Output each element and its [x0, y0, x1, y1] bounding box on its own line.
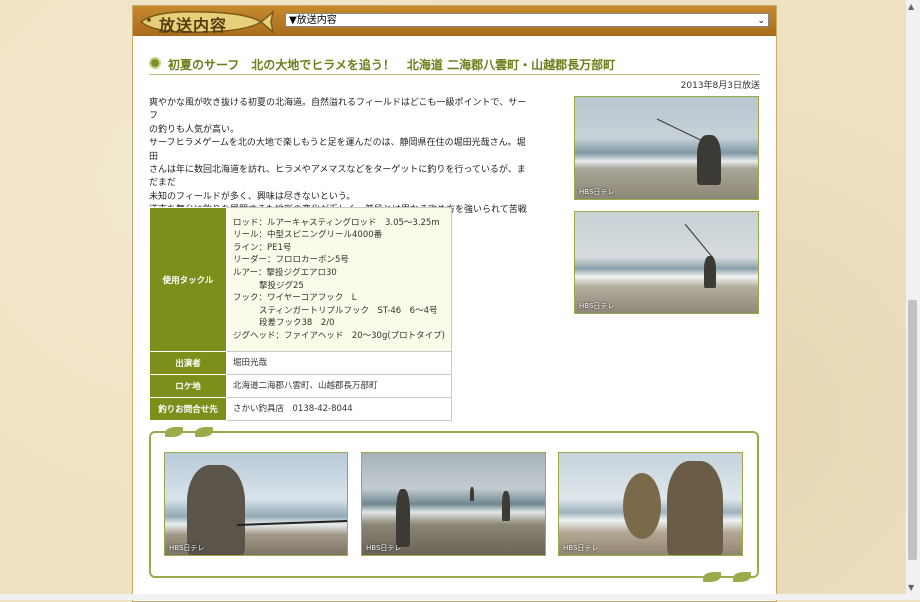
- description-line: サーフヒラメゲームを北の大地で楽しもうと足を運んだのは、静岡県在住の堀田光哉さん…: [149, 138, 526, 162]
- photo-caption: HBS日テレ: [579, 302, 615, 310]
- photo-caption: HBS日テレ: [563, 544, 599, 552]
- rod-line: [656, 118, 712, 146]
- tackle-line: ジグヘッド：ファイアヘッド 20〜30g(プロトタイプ): [233, 330, 445, 341]
- chevron-down-icon: ⌄: [757, 16, 765, 26]
- logo-label: 放送内容: [159, 16, 228, 35]
- photo-angler-portrait: HBS日テレ: [164, 452, 348, 556]
- angler-figure: [396, 489, 410, 547]
- tackle-line: リール：中型スピニングリール4000番: [233, 230, 383, 241]
- photo-caption: HBS日テレ: [579, 188, 615, 196]
- horizontal-scrollbar[interactable]: [0, 594, 906, 600]
- episode-select-value: ▼放送内容: [289, 15, 337, 26]
- leaf-ornament-icon: [703, 572, 721, 582]
- scroll-down-icon[interactable]: ▼: [908, 583, 914, 592]
- flounder-fish: [623, 473, 661, 539]
- episode-title: 初夏のサーフ 北の大地でヒラメを追う！ 北海道 二海郡八雲町・山越郡長万部町: [168, 58, 616, 72]
- photo-anglers-beach: HBS日テレ: [361, 452, 546, 556]
- description-line: さんは年に数回北海道を訪れ、ヒラメやアメマスなどをターゲットに釣りを行っているが…: [149, 165, 526, 189]
- location-value: 北海道二海郡八雲町、山越郡長万部町: [226, 374, 452, 398]
- tackle-line: ロッド：ルアーキャスティングロッド 3.05〜3.25m: [233, 217, 440, 228]
- angler-figure: [502, 491, 510, 521]
- leaf-ornament-icon: [165, 427, 183, 437]
- contact-label: 釣りお問合せ先: [149, 397, 227, 421]
- scroll-up-icon[interactable]: ▲: [908, 2, 914, 11]
- fish-logo: 放送内容: [135, 8, 275, 36]
- scrollbar-thumb[interactable]: [908, 300, 917, 560]
- leaf-ornament-icon: [195, 427, 213, 437]
- tackle-list: ロッド：ルアーキャスティングロッド 3.05〜3.25m リール：中型スピニング…: [226, 207, 452, 352]
- content-panel: 放送内容 ▼放送内容 ⌄ 初夏のサーフ 北の大地でヒラメを追う！ 北海道 二海郡…: [132, 5, 777, 602]
- cast-value: 堀田光哉: [226, 351, 452, 375]
- description-line: の釣りも人気が高い。: [149, 124, 240, 135]
- tackle-line: ライン：PE1号: [233, 242, 292, 253]
- location-label: ロケ地: [149, 374, 227, 398]
- angler-figure: [470, 487, 474, 501]
- photo-angler-casting: HBS日テレ: [574, 96, 759, 200]
- episode-title-bar: 初夏のサーフ 北の大地でヒラメを追う！ 北海道 二海郡八雲町・山越郡長万部町: [149, 54, 760, 75]
- photo-caption: HBS日テレ: [169, 544, 205, 552]
- tackle-line: フック：ワイヤーコアフック L: [233, 293, 357, 304]
- vertical-scrollbar[interactable]: ▲ ▼: [905, 0, 920, 600]
- photo-gallery: HBS日テレ HBS日テレ HBS日テレ: [149, 427, 759, 582]
- description-line: 爽やかな風が吹き抜ける初夏の北海道。自然溢れるフィールドはどこも一級ポイントで、…: [149, 98, 527, 122]
- contact-value: さかい釣具店 0138-42-8044: [226, 397, 452, 421]
- description-line: 未知のフィールドが多く、興味は尽きないという。: [149, 191, 356, 202]
- bullet-icon: [149, 57, 161, 69]
- air-date: 2013年8月3日放送: [680, 81, 760, 91]
- tackle-header: 使用タックル: [149, 207, 227, 352]
- header-bar: 放送内容 ▼放送内容 ⌄: [133, 6, 776, 36]
- tackle-line: 段差フック38 2/0: [259, 318, 335, 329]
- tackle-line: リーダー：フロロカーボン5号: [233, 255, 349, 266]
- leaf-ornament-icon: [733, 572, 751, 582]
- tackle-line: ルアー：撃投ジグエアロ30: [233, 267, 337, 278]
- rod-line: [684, 223, 714, 259]
- photo-flounder-catch: HBS日テレ: [558, 452, 743, 556]
- tackle-line: 撃投ジグ25: [259, 280, 304, 291]
- photo-caption: HBS日テレ: [366, 544, 402, 552]
- photo-angler-surf: HBS日テレ: [574, 211, 759, 314]
- tackle-line: スティンガートリプルフック ST-46 6〜4号: [259, 305, 438, 316]
- cast-label: 出演者: [149, 351, 227, 375]
- angler-figure: [667, 461, 723, 555]
- episode-select[interactable]: ▼放送内容 ⌄: [285, 13, 769, 27]
- rod-line: [236, 520, 347, 526]
- tackle-table: 使用タックル ロッド：ルアーキャスティングロッド 3.05〜3.25m リール：…: [149, 207, 452, 421]
